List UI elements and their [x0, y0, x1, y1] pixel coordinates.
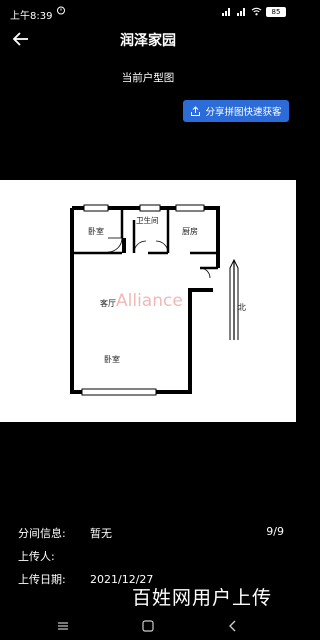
page-counter: 9/9 [266, 525, 284, 538]
status-bar: 上午8:39 85 [0, 0, 296, 26]
upload-date-label: 上传日期: [18, 573, 66, 586]
share-icon [191, 105, 201, 116]
system-nav-bar [0, 612, 296, 640]
signal-icon [222, 8, 230, 16]
signal-icon-2 [237, 8, 245, 16]
room-label-kitchen: 厨房 [182, 226, 198, 236]
floor-plan-image[interactable]: 卧室 卫生间 厨房 客厅 卧室 北 Alliance [0, 180, 296, 422]
page-title: 润泽家园 [120, 33, 176, 49]
partition-value: 暂无 [90, 527, 112, 540]
partition-label: 分间信息: [18, 527, 66, 540]
room-label-bathroom: 卫生间 [136, 215, 159, 225]
back-nav-icon[interactable] [226, 619, 240, 633]
uploader-row: 上传人: [18, 548, 90, 564]
wifi-icon [251, 7, 262, 16]
uploader-label: 上传人: [18, 550, 55, 563]
battery-indicator: 85 [266, 6, 286, 17]
recent-apps-icon[interactable] [56, 619, 70, 633]
share-collage-button[interactable]: 分享拼图快速获客 [183, 100, 289, 122]
home-icon[interactable] [141, 619, 155, 633]
site-watermark: 百姓网用户上传 [131, 587, 272, 609]
share-button-label: 分享拼图快速获客 [205, 107, 282, 118]
floor-plan-drawing: 卧室 卫生间 厨房 客厅 卧室 北 Alliance [70, 204, 246, 396]
partition-info-row: 分间信息: 暂无 [18, 525, 112, 541]
north-label: 北 [238, 303, 246, 312]
room-label-living-room: 客厅 [100, 298, 116, 308]
status-time: 上午8:39 [10, 11, 53, 22]
alliance-logo-watermark: Alliance [116, 291, 183, 311]
room-label-bedroom-top: 卧室 [88, 226, 104, 236]
alarm-icon [57, 6, 65, 15]
app-bar: 润泽家园 [0, 24, 296, 54]
room-label-bedroom-bottom: 卧室 [104, 354, 120, 364]
floor-plan-subtitle: 当前户型图 [121, 72, 175, 84]
